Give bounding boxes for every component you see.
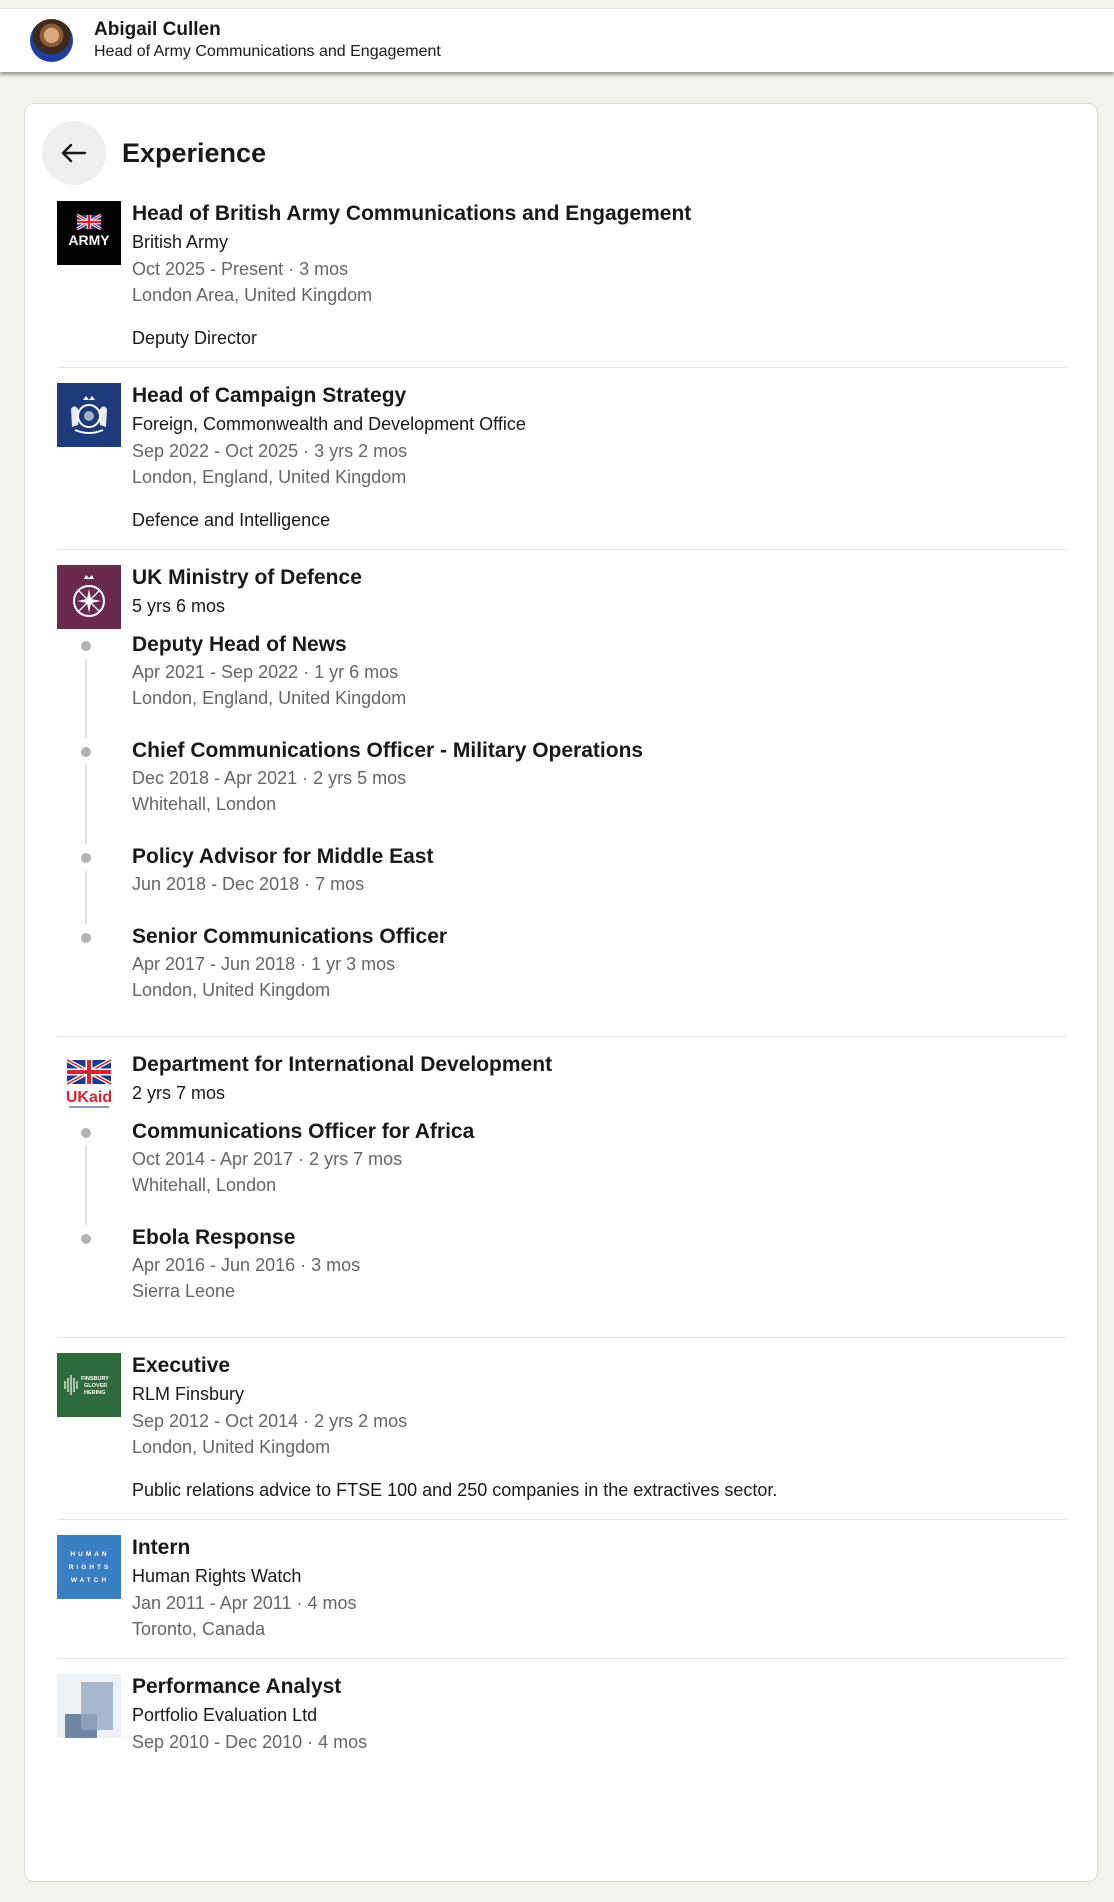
job-location: London, England, United Kingdom: [132, 688, 407, 708]
timeline-dot: [81, 1234, 91, 1244]
job-dates: Sep 2022 - Oct 2025 · 3 yrs 2 mos: [132, 441, 408, 461]
position-item: Communications Officer for Africa Oct 20…: [81, 1118, 1067, 1225]
job-dates: Dec 2018 - Apr 2021 · 2 yrs 5 mos: [132, 768, 407, 788]
finsbury-logo-text: GLOVER: [84, 1383, 107, 1389]
timeline-dot: [81, 853, 91, 863]
company-name[interactable]: British Army: [132, 228, 1067, 256]
section-title: Experience: [122, 137, 267, 168]
timeline-dot: [81, 933, 91, 943]
company-name[interactable]: Human Rights Watch: [132, 1562, 1067, 1590]
job-location: Whitehall, London: [132, 794, 277, 814]
army-logo-text: ARMY: [68, 232, 110, 248]
job-location: London, England, United Kingdom: [132, 467, 407, 487]
job-dates: Apr 2021 - Sep 2022 · 1 yr 6 mos: [132, 662, 399, 682]
job-title[interactable]: Performance Analyst: [132, 1673, 1067, 1701]
finsbury-logo-text: FINSBURY: [81, 1376, 109, 1382]
job-dates: Sep 2012 - Oct 2014 · 2 yrs 2 mos: [132, 1411, 408, 1431]
arrow-left-icon: [61, 143, 87, 163]
job-description: Defence and Intelligence: [132, 510, 331, 530]
company-name[interactable]: Department for International Development: [132, 1051, 1067, 1079]
ukaid-logo-text: UKaid: [66, 1089, 112, 1106]
timeline-dot: [81, 1128, 91, 1138]
profile-name[interactable]: Abigail Cullen: [94, 18, 441, 41]
fcdo-crest-logo[interactable]: [57, 383, 121, 447]
job-description: Public relations advice to FTSE 100 and …: [132, 1480, 778, 1500]
job-title[interactable]: Deputy Head of News: [132, 631, 1067, 659]
avatar[interactable]: [30, 19, 73, 62]
job-location: Toronto, Canada: [132, 1619, 266, 1639]
job-title[interactable]: Head of British Army Communications and …: [132, 200, 1067, 228]
job-title[interactable]: Policy Advisor for Middle East: [132, 843, 1067, 871]
job-location: London, United Kingdom: [132, 980, 331, 1000]
job-location: Sierra Leone: [132, 1281, 236, 1301]
job-title[interactable]: Communications Officer for Africa: [132, 1118, 1067, 1146]
timeline-line: [85, 765, 87, 844]
hrw-logo[interactable]: HUMAN RIGHTS WATCH: [57, 1535, 121, 1599]
experience-card: Experience ARMY Head of British Army Com…: [24, 103, 1098, 1882]
job-dates: Apr 2017 - Jun 2018 · 1 yr 3 mos: [132, 954, 396, 974]
position-timeline: Communications Officer for Africa Oct 20…: [57, 1118, 1067, 1331]
hrw-logo-text: RIGHTS: [69, 1564, 112, 1571]
job-location: Whitehall, London: [132, 1175, 277, 1195]
finsbury-logo[interactable]: FINSBURY GLOVER HERING: [57, 1353, 121, 1417]
position-item: Senior Communications Officer Apr 2017 -…: [81, 923, 1067, 1030]
job-location: London, United Kingdom: [132, 1437, 331, 1457]
sticky-profile-bar: Abigail Cullen Head of Army Communicatio…: [0, 8, 1114, 72]
company-name[interactable]: UK Ministry of Defence: [132, 564, 1067, 592]
company-tenure: 2 yrs 7 mos: [132, 1083, 226, 1103]
position-item: Deputy Head of News Apr 2021 - Sep 2022 …: [81, 631, 1067, 738]
experience-item: HUMAN RIGHTS WATCH Intern Human Rights W…: [57, 1535, 1067, 1659]
profile-headline: Head of Army Communications and Engageme…: [94, 43, 441, 60]
mod-crest-logo[interactable]: [57, 565, 121, 629]
job-title[interactable]: Chief Communications Officer - Military …: [132, 737, 1067, 765]
profile-summary: Abigail Cullen Head of Army Communicatio…: [94, 18, 441, 63]
finsbury-logo-text: HERING: [84, 1390, 105, 1396]
ukaid-logo[interactable]: UKaid: [57, 1052, 121, 1116]
experience-list: ARMY Head of British Army Communications…: [57, 201, 1067, 1786]
back-button[interactable]: [42, 121, 106, 185]
job-title[interactable]: Senior Communications Officer: [132, 923, 1067, 951]
job-dates: Oct 2025 - Present · 3 mos: [132, 259, 349, 279]
timeline-dot: [81, 747, 91, 757]
hrw-logo-text: WATCH: [71, 1577, 109, 1584]
job-location: London Area, United Kingdom: [132, 285, 373, 305]
job-description: Deputy Director: [132, 328, 258, 348]
job-title[interactable]: Ebola Response: [132, 1224, 1067, 1252]
job-title[interactable]: Intern: [132, 1534, 1067, 1562]
company-placeholder-logo[interactable]: [57, 1674, 121, 1738]
position-item: Chief Communications Officer - Military …: [81, 737, 1067, 844]
company-tenure: 5 yrs 6 mos: [132, 596, 226, 616]
job-title[interactable]: Executive: [132, 1352, 1067, 1380]
position-timeline: Deputy Head of News Apr 2021 - Sep 2022 …: [57, 631, 1067, 1030]
company-name[interactable]: RLM Finsbury: [132, 1380, 1067, 1408]
job-dates: Sep 2010 - Dec 2010 · 4 mos: [132, 1732, 368, 1752]
british-army-logo[interactable]: ARMY: [57, 201, 121, 265]
experience-item: Head of Campaign Strategy Foreign, Commo…: [57, 383, 1067, 550]
position-item: Ebola Response Apr 2016 - Jun 2016 · 3 m…: [81, 1224, 1067, 1331]
timeline-dot: [81, 641, 91, 651]
position-item: Policy Advisor for Middle East Jun 2018 …: [81, 843, 1067, 924]
experience-item: Performance Analyst Portfolio Evaluation…: [57, 1674, 1067, 1771]
experience-group: UKaid Department for International Devel…: [57, 1052, 1067, 1338]
company-name[interactable]: Foreign, Commonwealth and Development Of…: [132, 410, 1067, 438]
experience-item: FINSBURY GLOVER HERING Executive RLM Fin…: [57, 1353, 1067, 1520]
section-header: Experience: [42, 121, 266, 185]
timeline-line: [85, 1146, 87, 1225]
timeline-line: [85, 659, 87, 738]
job-title[interactable]: Head of Campaign Strategy: [132, 382, 1067, 410]
job-dates: Jun 2018 - Dec 2018 · 7 mos: [132, 874, 365, 894]
timeline-line: [85, 871, 87, 924]
job-dates: Oct 2014 - Apr 2017 · 2 yrs 7 mos: [132, 1149, 403, 1169]
hrw-logo-text: HUMAN: [70, 1551, 109, 1558]
job-dates: Apr 2016 - Jun 2016 · 3 mos: [132, 1255, 361, 1275]
job-dates: Jan 2011 - Apr 2011 · 4 mos: [132, 1593, 357, 1613]
company-name[interactable]: Portfolio Evaluation Ltd: [132, 1701, 1067, 1729]
experience-group: UK Ministry of Defence 5 yrs 6 mos Deput…: [57, 565, 1067, 1037]
experience-item: ARMY Head of British Army Communications…: [57, 201, 1067, 368]
